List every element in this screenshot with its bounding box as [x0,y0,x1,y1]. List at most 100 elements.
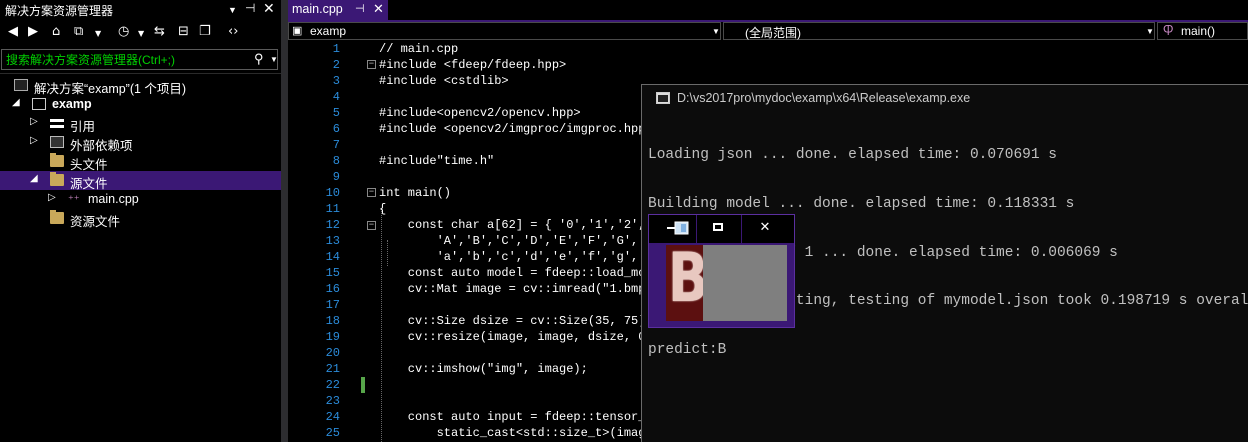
code-line: cv::imshow("img", image); [379,362,588,376]
collapse-icon[interactable]: − [367,221,376,230]
chevron-down-icon: ▼ [1146,27,1154,36]
image-window[interactable]: ✕ B [648,214,795,328]
line-number: 13 [325,234,340,248]
chevron-down-icon: ▼ [712,27,720,36]
code-line: int main() [379,186,452,200]
member-dropdown[interactable]: Ⴔ main() [1157,22,1248,40]
tab-label: main.cpp [292,2,343,16]
collapsed-arrow-icon[interactable]: ▷ [30,116,38,127]
line-number: 8 [332,154,340,168]
solution-explorer-panel: 解决方案资源管理器 ▼ ⊣ ✕ ◀ ▶ ⌂ ⧉ ▼ ◷ ▼ ⇆ ⊟ ❐ ‹› ⚲… [0,0,281,442]
character-image: B [666,245,703,321]
search-icon[interactable]: ⚲ [254,51,264,67]
line-number: 24 [325,410,340,424]
line-number: 4 [332,90,340,104]
line-number: 5 [332,106,340,120]
home-icon[interactable]: ⌂ [52,24,60,39]
line-number: 6 [332,122,340,136]
search-input[interactable] [2,50,250,69]
project-dropdown[interactable]: ▣ examp ▼ [288,22,721,40]
tree-item-project-examp[interactable]: ◢ examp [0,95,281,114]
views-dropdown-icon[interactable]: ▼ [95,29,101,38]
image-window-titlebar[interactable]: ✕ [649,215,794,244]
tree-item-external-dependencies[interactable]: ▷ 外部依赖项 [0,133,281,153]
pin-icon[interactable]: ⊣ [245,1,255,15]
line-number: 10 [325,186,340,200]
change-marker [361,377,365,393]
line-number: 17 [325,298,340,312]
code-line: cv::resize(image, image, dsize, 0, [379,330,653,344]
line-number: 11 [325,202,340,216]
tree-item-source-files[interactable]: ◢ 源文件 [0,171,281,191]
switch-views-icon[interactable]: ⧉ [74,24,83,39]
line-number: 21 [325,362,340,376]
line-number: 3 [332,74,340,88]
show-all-files-icon[interactable]: ❐ [199,24,211,39]
expanded-arrow-icon[interactable]: ◢ [30,173,38,184]
code-line: #include <opencv2/imgproc/imgproc.hpp> [379,122,653,136]
scope-dropdown-value: (全局范围) [745,26,801,40]
pin-tab-icon[interactable]: ⊣ [355,2,365,15]
solution-explorer-search[interactable]: ⚲ ▼ [1,49,278,70]
code-line: static_cast<std::size_t>(image [379,426,653,440]
solution-explorer-title: 解决方案资源管理器 [5,4,114,18]
line-number: 7 [332,138,340,152]
filter-dropdown-icon[interactable]: ▼ [138,29,144,38]
divider [0,73,281,74]
collapse-icon[interactable]: − [367,188,376,197]
character-image-letter: B [668,245,703,318]
line-number: 16 [325,282,340,296]
close-tab-icon[interactable]: ✕ [373,1,384,17]
line-number: 18 [325,314,340,328]
tree-item-references[interactable]: ▷ 引用 [0,114,281,134]
line-number: 22 [325,378,340,392]
code-line: 'A','B','C','D','E','F','G','H', [379,234,668,248]
code-line: const char a[62] = { '0','1','2', [379,218,646,232]
line-number: 9 [332,170,340,184]
tree-item-main-cpp[interactable]: ▷ ⁺⁺ main.cpp [0,190,281,209]
collapse-icon[interactable]: − [367,60,376,69]
window-position-dropdown-icon[interactable]: ▼ [228,5,237,15]
tree-item-header-files[interactable]: 头文件 [0,152,281,172]
code-line: // main.cpp [379,42,459,56]
forward-icon[interactable]: ▶ [28,24,38,39]
tree-item-label: 资源文件 [70,215,121,229]
code-line: cv::Size dsize = cv::Size(35, 75) [379,314,646,328]
tree-item-resource-files[interactable]: 资源文件 [0,209,281,229]
line-number: 25 [325,426,340,440]
code-line: cv::Mat image = cv::imread("1.bmp" [379,282,653,296]
console-titlebar[interactable]: D:\vs2017pro\mydoc\examp\x64\Release\exa… [642,85,1248,112]
code-line: { [379,202,387,216]
tree-item-solution[interactable]: 解决方案“examp”(1 个项目) [0,76,281,96]
search-options-dropdown-icon[interactable]: ▼ [270,55,278,64]
scope-dropdown[interactable]: (全局范围) ▼ [723,22,1155,40]
tab-main-cpp[interactable]: main.cpp ⊣ ✕ [288,0,388,20]
window-border [649,321,794,327]
folder-icon [50,153,64,167]
collapse-all-icon[interactable]: ⊟ [178,24,189,39]
collapsed-arrow-icon[interactable]: ▷ [30,135,38,146]
expanded-arrow-icon[interactable]: ◢ [12,97,20,108]
panel-splitter[interactable] [281,0,288,442]
console-line: predict:B [648,341,727,358]
sync-icon[interactable]: ⇆ [154,24,165,39]
navigation-bar: ▣ examp ▼ (全局范围) ▼ Ⴔ main() [288,22,1248,40]
image-canvas: B [666,245,787,321]
line-number: 23 [325,394,340,408]
pending-changes-filter-icon[interactable]: ◷ [118,24,129,39]
line-number: 15 [325,266,340,280]
code-line: #include <cstdlib> [379,74,509,88]
console-title: D:\vs2017pro\mydoc\examp\x64\Release\exa… [677,91,971,105]
collapsed-arrow-icon[interactable]: ▷ [48,192,56,203]
member-dropdown-value: main() [1181,24,1216,38]
back-icon[interactable]: ◀ [8,24,18,39]
close-icon[interactable]: ✕ [263,0,275,17]
properties-icon[interactable]: ‹› [228,24,238,39]
line-number: 20 [325,346,340,360]
code-line: const auto model = fdeep::load_model [379,266,668,280]
references-icon [50,119,64,128]
window-icon [667,221,691,235]
function-icon: Ⴔ [1163,24,1174,38]
external-dependencies-icon [50,136,64,148]
folder-icon [50,210,64,224]
